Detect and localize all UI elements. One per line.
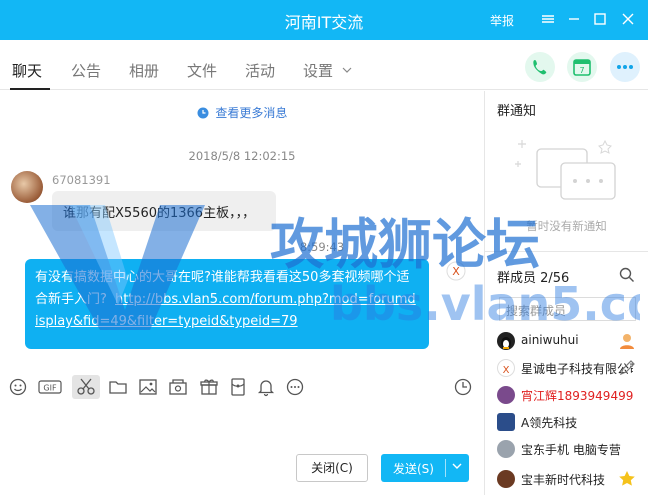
own-avatar[interactable]: X — [446, 261, 466, 281]
sender-name[interactable]: 67081391 — [52, 173, 111, 187]
input-toolbar: GIF — [0, 369, 484, 405]
member-search-input[interactable]: 搜索群成员 — [499, 297, 636, 321]
folder-icon[interactable] — [108, 377, 128, 397]
search-icon[interactable] — [619, 267, 635, 283]
send-options-chevron-icon[interactable] — [451, 460, 463, 475]
emoji-icon[interactable] — [8, 377, 28, 397]
bell-icon[interactable] — [256, 377, 276, 397]
own-message-bubble[interactable]: 有没有搞数据中心的大哥在呢?谁能帮我看看这50多套视频哪个适合新手入门? htt… — [25, 259, 429, 349]
send-divider — [445, 459, 446, 477]
calendar-icon: 7 — [567, 59, 597, 86]
member-item[interactable]: 宝东手机 电脑专营 — [495, 437, 645, 461]
more-options-button[interactable] — [610, 52, 640, 82]
member-item[interactable]: 宝丰新时代科技 — [495, 467, 645, 491]
view-more-messages-label: 查看更多消息 — [215, 106, 288, 120]
gif-icon[interactable]: GIF — [38, 377, 62, 397]
maximize-button[interactable] — [589, 8, 611, 30]
svg-text:X: X — [452, 265, 460, 278]
tab-bar: 聊天 公告 相册 文件 活动 设置 7 — [0, 40, 648, 90]
tab-chat[interactable]: 聊天 — [12, 60, 42, 81]
report-button[interactable]: 举报 — [490, 12, 514, 29]
chevron-down-icon — [342, 60, 352, 78]
phone-call-button[interactable] — [525, 52, 555, 82]
screenshot-scissors-icon[interactable] — [72, 375, 100, 399]
avatar: X — [497, 359, 515, 377]
more-tools-icon[interactable] — [285, 377, 305, 397]
tab-album[interactable]: 相册 — [129, 60, 159, 81]
member-name: 宵江辉18939494999 — [521, 389, 633, 403]
member-name: 宝东手机 电脑专营 — [521, 443, 621, 457]
tab-files[interactable]: 文件 — [187, 60, 217, 81]
message-timestamp: 8:59:43 — [299, 240, 345, 254]
gif-label: GIF — [43, 384, 57, 393]
message-bubble[interactable]: 谁那有配X5560的1366主板，，， — [52, 191, 276, 231]
member-item[interactable]: X 星诚电子科技有限公司 — [495, 356, 645, 380]
close-window-button[interactable] — [617, 8, 639, 30]
chat-panel: 查看更多消息 2018/5/8 12:02:15 67081391 谁那有配X5… — [0, 91, 484, 369]
svg-text:X: X — [503, 365, 510, 376]
calendar-day: 7 — [579, 66, 584, 75]
history-clock-icon[interactable] — [453, 377, 473, 397]
group-owner-icon — [617, 331, 637, 351]
tab-settings-label: 设置 — [303, 62, 334, 80]
avatar — [497, 413, 515, 431]
member-item[interactable]: 宵江辉18939494999 — [495, 383, 645, 407]
calendar-button[interactable]: 7 — [567, 52, 597, 82]
red-packet-icon[interactable] — [228, 377, 248, 397]
member-name: A领先科技 — [521, 416, 578, 430]
active-tab-indicator — [10, 88, 50, 90]
star-badge-icon — [617, 469, 637, 489]
title-bar: 河南IT交流 举报 — [0, 0, 648, 40]
more-icon — [610, 65, 640, 86]
phone-icon — [525, 60, 555, 86]
message-timestamp: 2018/5/8 12:02:15 — [188, 149, 296, 163]
photo-album-icon[interactable] — [168, 377, 188, 397]
edit-pencil-icon[interactable] — [617, 358, 637, 378]
members-title: 群成员 2/56 — [497, 271, 570, 286]
tab-activity[interactable]: 活动 — [245, 60, 275, 81]
avatar[interactable] — [11, 171, 43, 203]
section-divider — [485, 251, 648, 252]
avatar — [497, 440, 515, 458]
avatar — [497, 470, 515, 488]
group-side-panel: 群通知 暂时没有新通知 群成员 2/56 搜索群成员 ainiwuhui X 星… — [485, 91, 648, 495]
menu-icon[interactable] — [537, 8, 559, 30]
send-button[interactable]: 发送(S) — [381, 454, 469, 482]
empty-notice-illustration-icon — [513, 129, 623, 215]
image-icon[interactable] — [138, 377, 158, 397]
member-item[interactable]: A领先科技 — [495, 410, 645, 434]
message-input[interactable]: 关闭(C) 发送(S) — [0, 405, 484, 495]
minimize-button[interactable] — [563, 8, 585, 30]
send-button-label: 发送(S) — [393, 462, 434, 476]
tab-settings[interactable]: 设置 — [303, 60, 352, 81]
group-notice-title[interactable]: 群通知 — [497, 100, 536, 119]
avatar — [497, 386, 515, 404]
close-button[interactable]: 关闭(C) — [296, 454, 368, 482]
tab-announcement[interactable]: 公告 — [71, 60, 101, 81]
clock-icon — [197, 107, 213, 122]
penguin-avatar — [497, 332, 515, 350]
empty-notice-text: 暂时没有新通知 — [526, 219, 607, 233]
member-item[interactable]: ainiwuhui — [495, 329, 645, 353]
view-more-messages-link[interactable]: 查看更多消息 — [0, 104, 484, 121]
gift-icon[interactable] — [199, 377, 219, 397]
